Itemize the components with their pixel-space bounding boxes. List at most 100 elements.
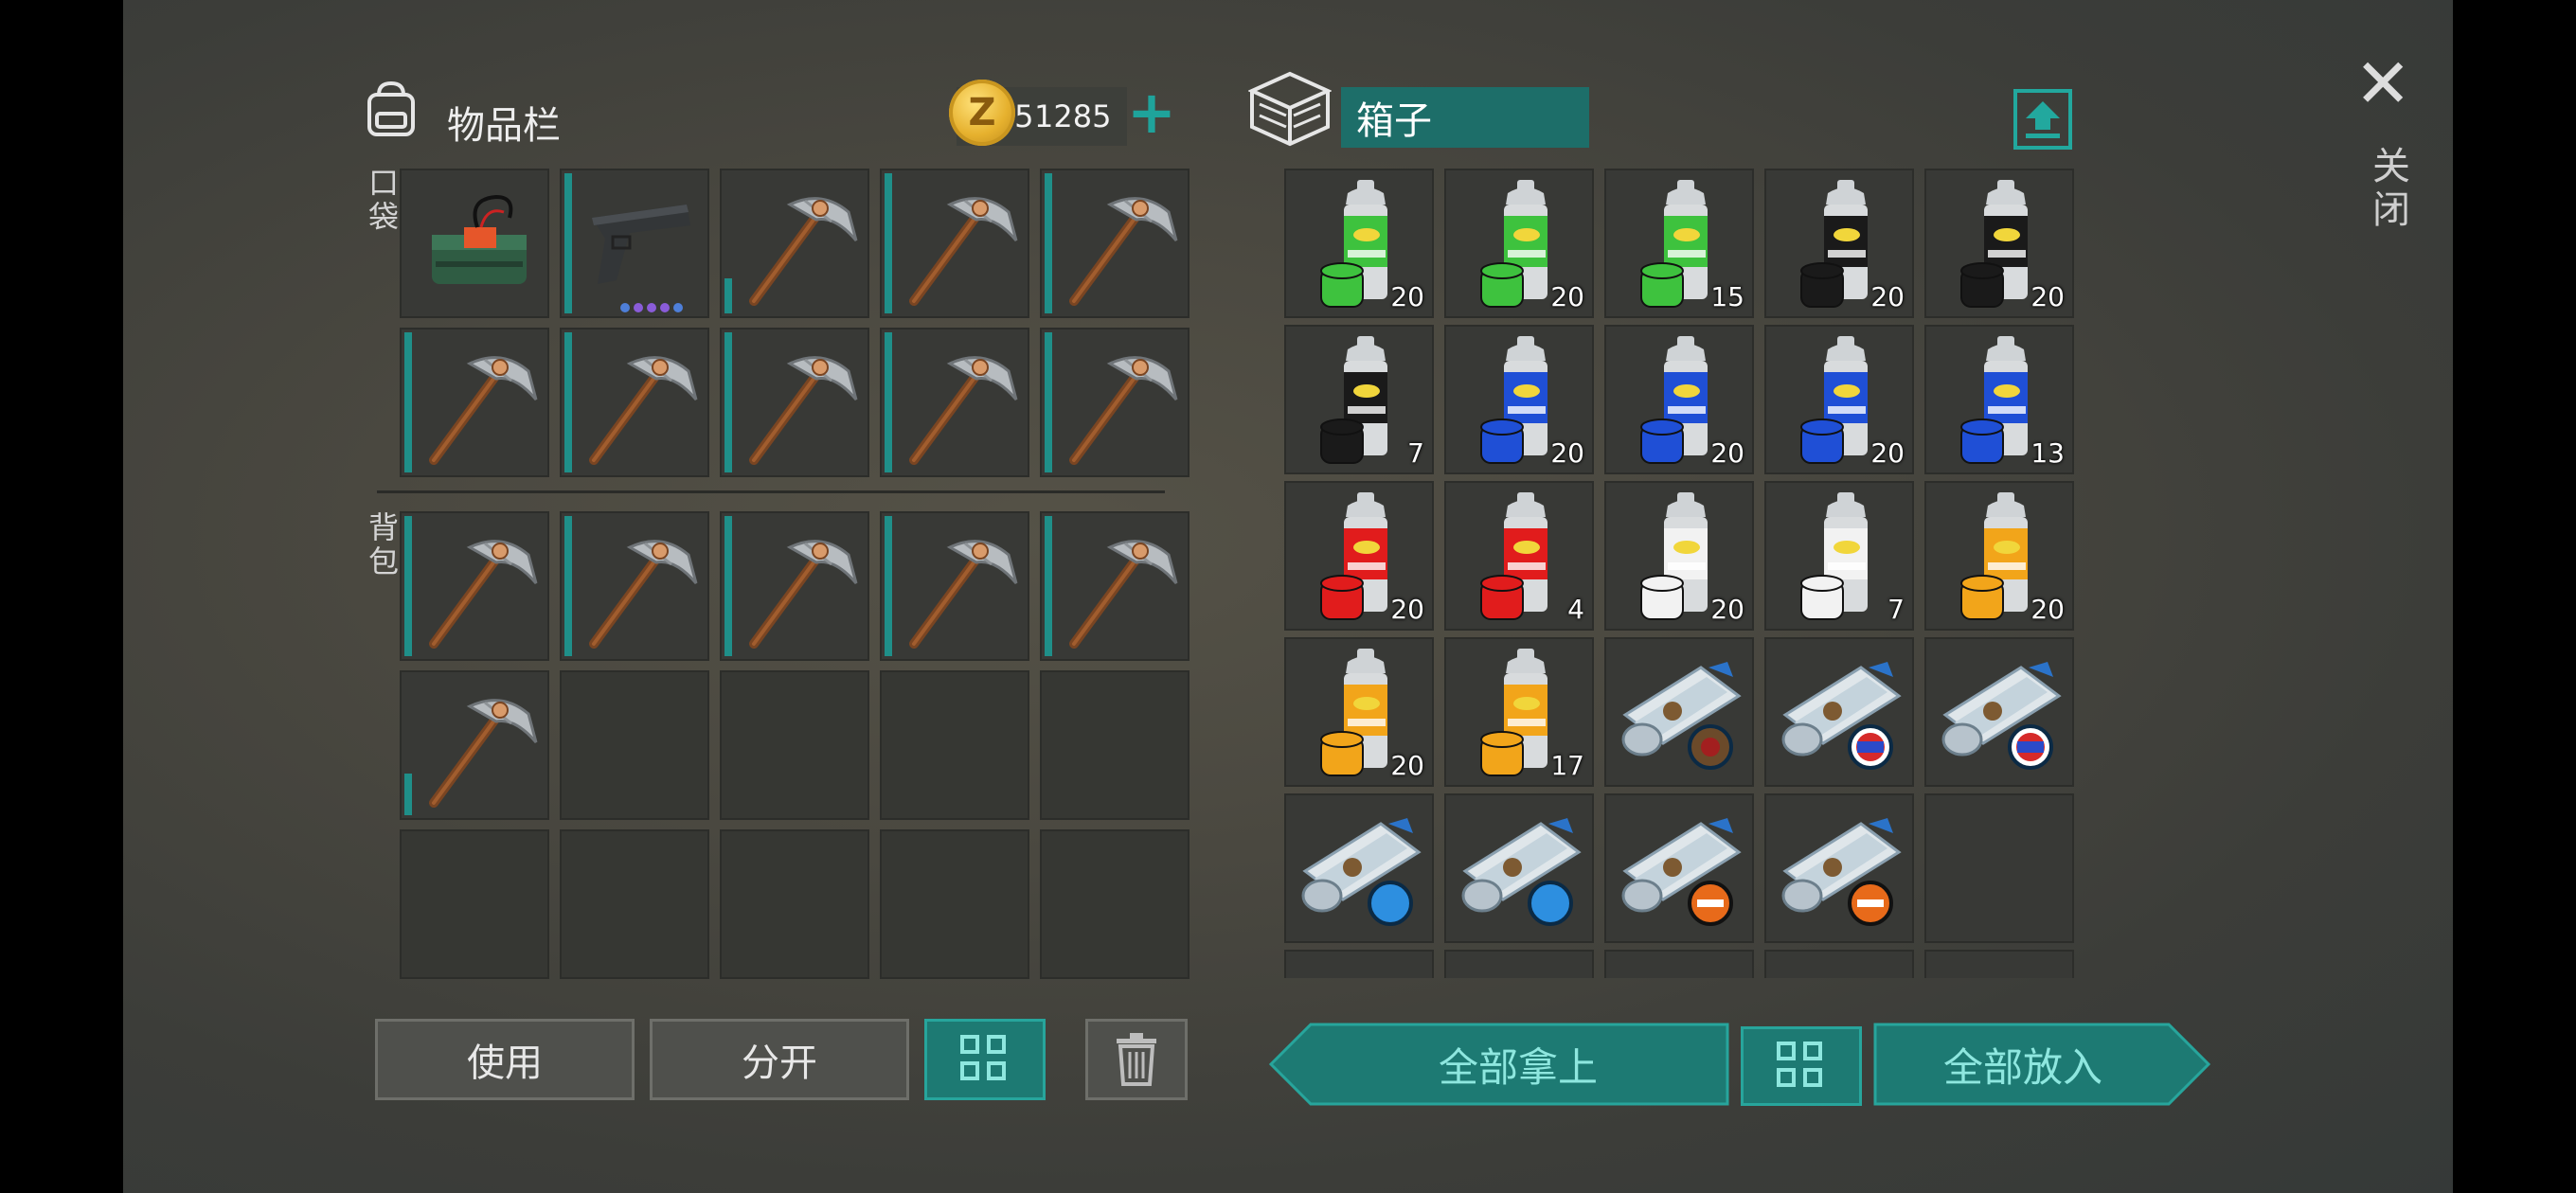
c4-explosive-icon — [432, 194, 527, 284]
inventory-slot-c4[interactable] — [400, 169, 549, 318]
box-slot-blueprint[interactable] — [1764, 793, 1914, 943]
inventory-slot-empty[interactable] — [400, 829, 549, 979]
inventory-slot-empty[interactable] — [720, 829, 869, 979]
blueprint-icon — [1941, 662, 2062, 770]
pickaxe-icon — [749, 540, 858, 649]
box-slot-spray-paint[interactable]: 20 — [1924, 169, 2074, 318]
pickaxe-icon — [589, 540, 698, 649]
section-divider — [377, 490, 1165, 493]
mod-dots — [620, 303, 683, 312]
box-slot-blueprint[interactable] — [1924, 637, 2074, 787]
delete-button[interactable] — [1085, 1019, 1188, 1100]
inventory-slot-empty[interactable] — [560, 670, 709, 820]
pickaxe-icon — [909, 197, 1018, 306]
inventory-slot-pickaxe[interactable] — [1040, 328, 1190, 477]
box-slot-spray-paint[interactable]: 20 — [1604, 481, 1754, 631]
item-count: 7 — [1407, 437, 1424, 469]
box-slot-partial[interactable] — [1284, 950, 1434, 978]
grid-icon — [960, 1035, 1010, 1084]
item-count: 20 — [1390, 281, 1424, 312]
box-slot-spray-paint[interactable]: 7 — [1764, 481, 1914, 631]
use-button[interactable]: 使用 — [375, 1019, 635, 1100]
box-slot-spray-paint[interactable]: 20 — [1284, 481, 1434, 631]
item-count: 20 — [2030, 281, 2065, 312]
box-slot-spray-paint[interactable]: 4 — [1444, 481, 1594, 631]
add-coins-button[interactable]: + — [1127, 83, 1176, 142]
blueprint-icon — [1781, 818, 1902, 926]
take-all-button[interactable]: 全部拿上 — [1307, 1023, 1729, 1106]
upload-icon — [2026, 101, 2060, 138]
pickaxe-icon — [909, 356, 1018, 465]
box-name-field[interactable]: 箱子 — [1341, 87, 1589, 148]
inventory-title: 物品栏 — [447, 104, 561, 148]
inventory-slot-empty[interactable] — [880, 670, 1029, 820]
box-slot-spray-paint[interactable]: 20 — [1764, 325, 1914, 474]
inventory-slot-pickaxe[interactable] — [720, 169, 869, 318]
box-slot-blueprint[interactable] — [1604, 637, 1754, 787]
pickaxe-icon — [1069, 197, 1178, 306]
blueprint-icon — [1621, 818, 1742, 926]
inventory-slot-empty[interactable] — [720, 670, 869, 820]
box-slot-spray-paint[interactable]: 20 — [1764, 169, 1914, 318]
inventory-slot-pickaxe[interactable] — [560, 328, 709, 477]
inventory-slot-empty[interactable] — [880, 829, 1029, 979]
inventory-slot-pickaxe[interactable] — [560, 511, 709, 661]
inventory-slot-empty[interactable] — [1040, 829, 1190, 979]
inventory-slot-pickaxe[interactable] — [720, 511, 869, 661]
put-all-button[interactable]: 全部放入 — [1873, 1023, 2173, 1106]
sort-box-button[interactable] — [1741, 1026, 1862, 1106]
box-slot-spray-paint[interactable]: 15 — [1604, 169, 1754, 318]
box-slot-blueprint[interactable] — [1284, 793, 1434, 943]
pocket-label: 口袋 — [364, 167, 400, 235]
close-label[interactable]: 关闭 — [2360, 146, 2415, 233]
blueprint-icon — [1461, 818, 1582, 926]
inventory-slot-pickaxe[interactable] — [400, 670, 549, 820]
inventory-slot-pickaxe[interactable] — [880, 328, 1029, 477]
box-slot-spray-paint[interactable]: 20 — [1924, 481, 2074, 631]
box-slot-partial[interactable] — [1604, 950, 1754, 978]
inventory-slot-pickaxe[interactable] — [400, 511, 549, 661]
inventory-slot-empty[interactable] — [560, 829, 709, 979]
inventory-slot-pickaxe[interactable] — [400, 328, 549, 477]
upload-button[interactable] — [2013, 89, 2072, 150]
box-slot-blueprint[interactable] — [1604, 793, 1754, 943]
inventory-slot-pickaxe[interactable] — [1040, 169, 1190, 318]
item-count: 20 — [2030, 594, 2065, 625]
box-slot-spray-paint[interactable]: 17 — [1444, 637, 1594, 787]
box-slot-spray-paint[interactable]: 20 — [1444, 169, 1594, 318]
item-count: 17 — [1550, 750, 1584, 781]
close-icon[interactable]: ✕ — [2354, 49, 2411, 117]
box-slot-spray-paint[interactable]: 7 — [1284, 325, 1434, 474]
grid-icon — [1777, 1042, 1826, 1091]
sort-inventory-button[interactable] — [924, 1019, 1046, 1100]
inventory-slot-pickaxe[interactable] — [1040, 511, 1190, 661]
box-slot-partial[interactable] — [1764, 950, 1914, 978]
inventory-slot-pickaxe[interactable] — [880, 169, 1029, 318]
trash-icon — [1117, 1033, 1156, 1086]
box-slot-spray-paint[interactable]: 20 — [1604, 325, 1754, 474]
item-count: 20 — [1870, 281, 1905, 312]
box-slot-blueprint[interactable] — [1444, 793, 1594, 943]
pickaxe-icon — [589, 356, 698, 465]
box-slot-spray-paint[interactable]: 20 — [1444, 325, 1594, 474]
box-slot-partial[interactable] — [1444, 950, 1594, 978]
split-button[interactable]: 分开 — [650, 1019, 909, 1100]
item-count: 20 — [1390, 750, 1424, 781]
box-slot-partial[interactable] — [1924, 950, 2074, 978]
coin-icon: Z — [949, 80, 1015, 146]
inventory-slot-empty[interactable] — [1040, 670, 1190, 820]
item-count: 20 — [1550, 437, 1584, 469]
box-slot-empty[interactable] — [1924, 793, 2074, 943]
inventory-slot-pistol[interactable] — [560, 169, 709, 318]
item-count: 4 — [1567, 594, 1584, 625]
inventory-slot-pickaxe[interactable] — [720, 328, 869, 477]
box-slot-spray-paint[interactable]: 20 — [1284, 637, 1434, 787]
item-count: 20 — [1870, 437, 1905, 469]
box-slot-spray-paint[interactable]: 20 — [1284, 169, 1434, 318]
pickaxe-icon — [429, 699, 538, 808]
inventory-slot-pickaxe[interactable] — [880, 511, 1029, 661]
blueprint-icon — [1621, 662, 1742, 770]
pickaxe-icon — [909, 540, 1018, 649]
box-slot-blueprint[interactable] — [1764, 637, 1914, 787]
box-slot-spray-paint[interactable]: 13 — [1924, 325, 2074, 474]
